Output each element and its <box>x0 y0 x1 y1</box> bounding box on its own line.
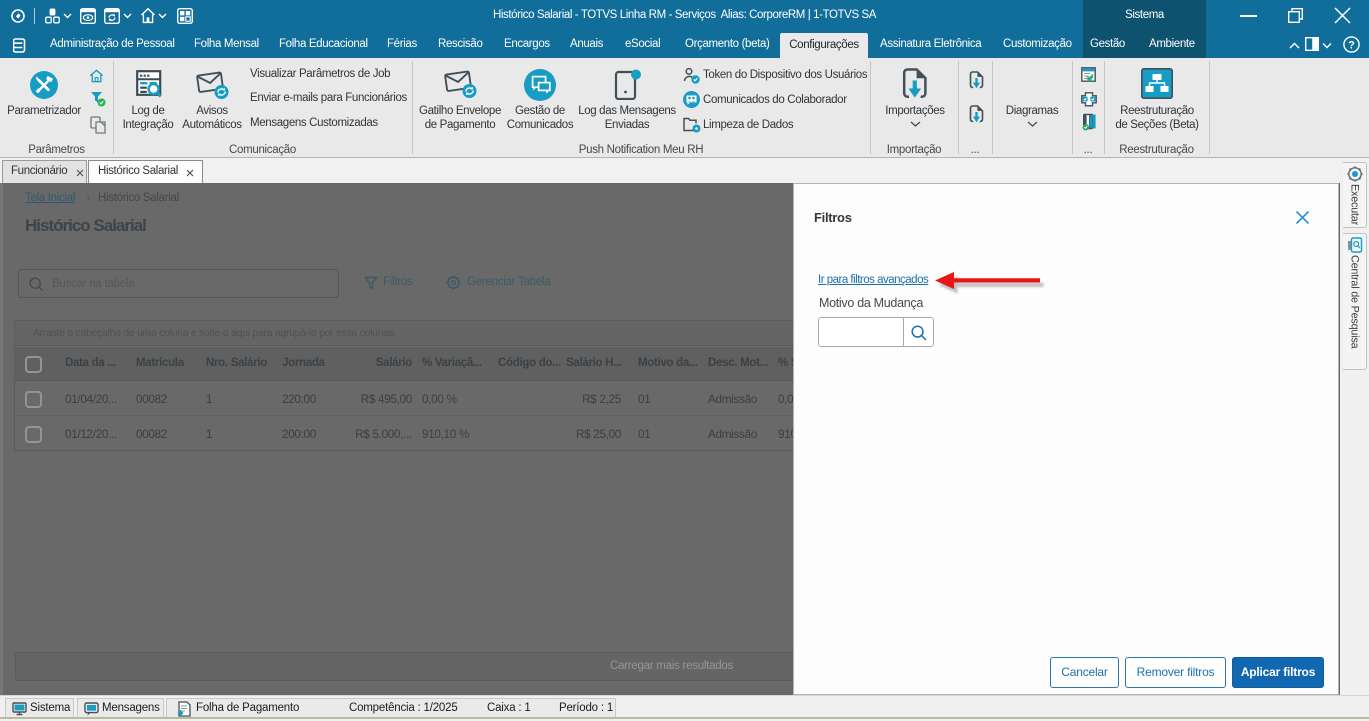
svg-text:?: ? <box>1348 39 1355 51</box>
